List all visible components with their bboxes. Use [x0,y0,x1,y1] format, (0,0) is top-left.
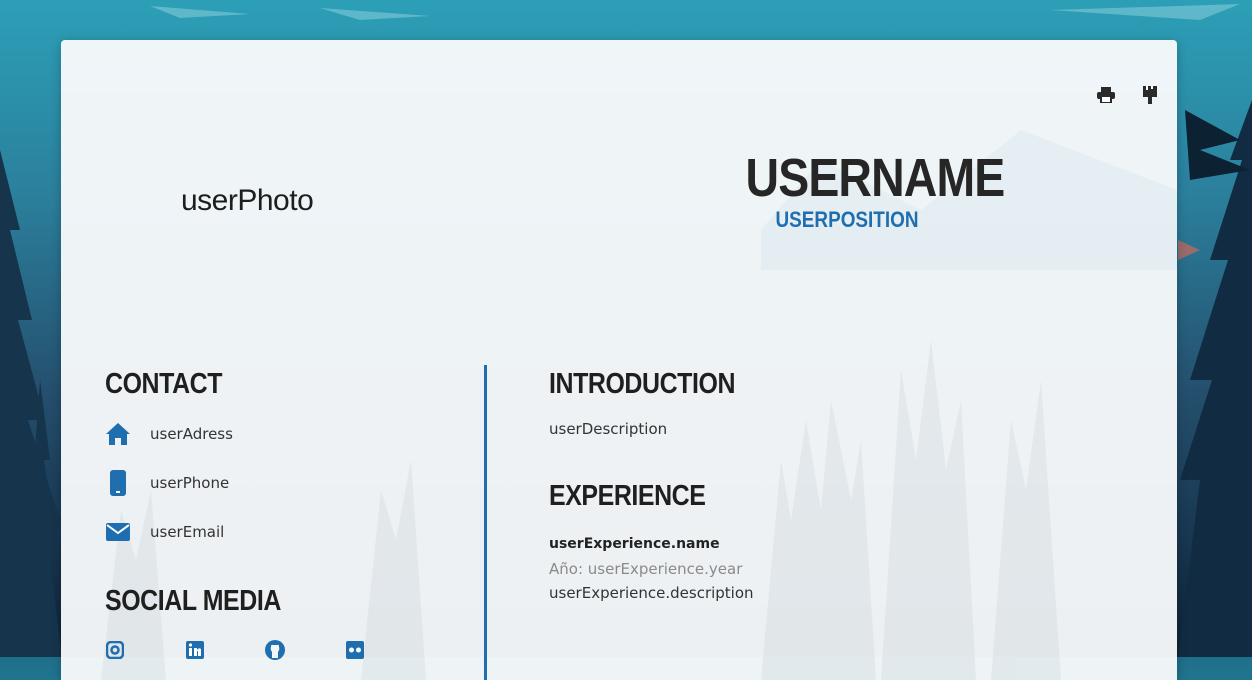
experience-name: userExperience.name [549,536,720,552]
contact-item-email: userEmail [105,519,224,545]
contact-email-text: userEmail [150,523,225,541]
phone-icon [105,470,131,496]
social-media-heading: SOCIAL MEDIA [105,585,281,617]
experience-description: userExperience.description [549,584,754,602]
contact-phone-text: userPhone [150,474,230,492]
resume-card: userPhoto USERNAME USERPOSITION CONTACT … [61,40,1177,680]
user-photo-placeholder: userPhoto [181,184,314,217]
contact-item-address: userAdress [105,421,233,447]
username-title: USERNAME [745,148,1006,208]
contact-item-phone: userPhone [105,470,229,496]
printer-icon [1097,87,1115,103]
paint-brush-icon [1143,86,1157,104]
theme-button[interactable] [1139,84,1161,106]
social-media-list [105,640,425,660]
instagram-icon[interactable] [105,640,125,660]
home-icon [105,421,131,447]
envelope-icon [105,519,131,545]
introduction-description: userDescription [549,420,668,438]
experience-heading: EXPERIENCE [549,480,706,512]
linkedin-icon[interactable] [185,640,205,660]
github-icon[interactable] [265,640,285,660]
contact-heading: CONTACT [105,368,223,400]
contact-address-text: userAdress [150,425,233,443]
flickr-icon[interactable] [345,640,365,660]
name-block: USERNAME USERPOSITION [729,148,1006,232]
experience-year: Año: userExperience.year [549,560,743,578]
user-position: USERPOSITION [775,207,919,232]
toolbar [1095,84,1161,106]
print-button[interactable] [1095,84,1117,106]
column-divider [484,365,487,680]
introduction-heading: INTRODUCTION [549,368,736,400]
